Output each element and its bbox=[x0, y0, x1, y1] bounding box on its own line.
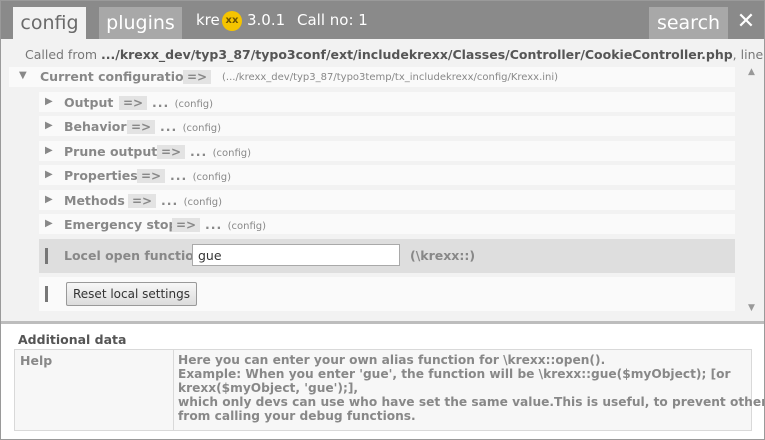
reset-row: Reset local settings bbox=[39, 277, 735, 311]
section-name: Output bbox=[64, 95, 114, 110]
current-configuration-title: Current configuration bbox=[40, 69, 193, 84]
section-row-prune-output[interactable]: ▶ Prune output => ... (config) bbox=[39, 141, 735, 161]
additional-data-panel: Additional data Help Here you can enter … bbox=[1, 324, 764, 439]
scroll-down-icon[interactable]: ▼ bbox=[748, 303, 755, 313]
top-bar: config plugins kre xx 3.0.1 Call no: 1 s… bbox=[1, 1, 764, 39]
krexx-debug-window: config plugins kre xx 3.0.1 Call no: 1 s… bbox=[0, 0, 765, 440]
vertical-scrollbar[interactable]: ▲ ▼ bbox=[748, 67, 760, 319]
row-marker bbox=[45, 248, 48, 264]
local-open-function-input[interactable] bbox=[192, 244, 400, 266]
help-table: Help Here you can enter your own alias f… bbox=[14, 349, 765, 431]
section-name: Behavior bbox=[64, 119, 127, 134]
version-label: 3.0.1 bbox=[247, 11, 286, 29]
local-open-function-label: Locel open function bbox=[64, 248, 203, 263]
section-row-emergency-stop[interactable]: ▶ Emergency stop => ... (config) bbox=[39, 214, 735, 234]
called-from-line-label: , line bbox=[732, 47, 764, 62]
current-configuration-row[interactable]: ▼ Current configuration => (.../krexx_de… bbox=[9, 67, 735, 87]
section-dots: ... (config) bbox=[190, 144, 252, 159]
ini-path: (.../krexx_dev/typ3_87/typo3temp/tx_incl… bbox=[222, 72, 559, 83]
arrow-label: => bbox=[172, 218, 201, 232]
help-line: from calling your debug functions. bbox=[178, 409, 416, 423]
call-number: Call no: 1 bbox=[297, 11, 368, 29]
help-key: Help bbox=[20, 353, 53, 368]
collapsed-triangle-icon[interactable]: ▶ bbox=[45, 218, 53, 229]
row-marker bbox=[45, 286, 48, 302]
section-dots: ... (config) bbox=[170, 168, 232, 183]
config-scroll-area: ▼ Current configuration => (.../krexx_de… bbox=[9, 67, 746, 319]
krexx-logo-icon: xx bbox=[222, 11, 242, 31]
called-from-line: Called from .../krexx_dev/typ3_87/typo3c… bbox=[25, 47, 764, 62]
section-dots: ... (config) bbox=[160, 119, 222, 134]
help-line: Here you can enter your own alias functi… bbox=[178, 353, 606, 367]
reset-local-settings-button[interactable]: Reset local settings bbox=[66, 282, 197, 306]
section-dots: ... (config) bbox=[161, 193, 223, 208]
help-text: Here you can enter your own alias functi… bbox=[178, 353, 765, 423]
additional-data-title: Additional data bbox=[18, 332, 127, 347]
column-divider bbox=[173, 350, 174, 430]
collapsed-triangle-icon[interactable]: ▶ bbox=[45, 194, 53, 205]
section-row-behavior[interactable]: ▶ Behavior => ... (config) bbox=[39, 116, 735, 136]
help-line: which only devs can use who have set the… bbox=[178, 395, 765, 409]
called-from-prefix: Called from bbox=[25, 47, 98, 62]
section-row-methods[interactable]: ▶ Methods => ... (config) bbox=[39, 190, 735, 210]
tab-config[interactable]: config bbox=[13, 7, 86, 39]
arrow-label: => bbox=[119, 96, 148, 110]
arrow-label: => bbox=[157, 145, 186, 159]
close-icon[interactable]: ✕ bbox=[735, 9, 757, 35]
collapsed-triangle-icon[interactable]: ▶ bbox=[45, 120, 53, 131]
section-dots: ... (config) bbox=[205, 217, 267, 232]
scroll-up-icon[interactable]: ▲ bbox=[748, 67, 755, 77]
arrow-label: => bbox=[137, 169, 166, 183]
local-open-function-hint: (\krexx::) bbox=[410, 248, 476, 263]
section-name: Prune output bbox=[64, 144, 158, 159]
arrow-label: => bbox=[128, 194, 157, 208]
section-name: Emergency stop bbox=[64, 217, 178, 232]
tab-plugins[interactable]: plugins bbox=[99, 7, 182, 39]
arrow-label: => bbox=[127, 120, 156, 134]
search-button[interactable]: search bbox=[649, 7, 728, 39]
arrow-label: => bbox=[183, 70, 212, 84]
help-line: Example: When you enter 'gue', the funct… bbox=[178, 367, 731, 381]
expanded-triangle-icon[interactable]: ▼ bbox=[19, 70, 27, 81]
collapsed-triangle-icon[interactable]: ▶ bbox=[45, 169, 53, 180]
section-name: Properties bbox=[64, 168, 138, 183]
local-open-function-row: Locel open function (\krexx::) bbox=[39, 239, 735, 273]
section-row-output[interactable]: ▶ Output => ... (config) bbox=[39, 92, 735, 112]
collapsed-triangle-icon[interactable]: ▶ bbox=[45, 145, 53, 156]
help-line: krexx($myObject, 'gue');], bbox=[178, 381, 359, 395]
section-dots: ... (config) bbox=[152, 95, 214, 110]
section-name: Methods bbox=[64, 193, 125, 208]
collapsed-triangle-icon[interactable]: ▶ bbox=[45, 96, 53, 107]
brand-label: kre bbox=[196, 11, 220, 29]
called-from-path: .../krexx_dev/typ3_87/typo3conf/ext/incl… bbox=[101, 47, 733, 62]
section-row-properties[interactable]: ▶ Properties => ... (config) bbox=[39, 165, 735, 185]
